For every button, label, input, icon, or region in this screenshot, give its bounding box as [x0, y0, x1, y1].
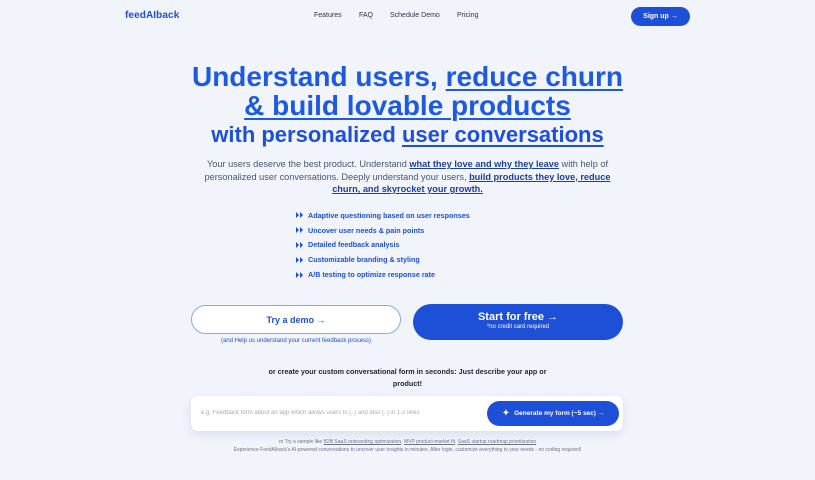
double-chevron-icon	[296, 241, 304, 249]
try-demo-button[interactable]: Try a demo →	[191, 305, 401, 334]
list-item: Uncover user needs & pain points	[296, 223, 470, 238]
sample-link-mvp-fit[interactable]: MVP product-market fit	[404, 439, 455, 445]
generate-form-label: Generate my form (~5 sec) →	[514, 410, 605, 417]
experience-note: Experience FeedAIback's AI-powered conve…	[233, 447, 582, 453]
demo-note: (and Help us understand your current fee…	[220, 338, 372, 344]
app-description-input[interactable]	[201, 406, 481, 420]
hero-description: Your users deserve the best product. Und…	[195, 158, 620, 196]
nav-link-features[interactable]: Features	[314, 12, 342, 19]
hero-title-link-reduce-churn[interactable]: reduce churn	[446, 61, 623, 92]
start-free-button[interactable]: Start for free → *no credit card require…	[413, 304, 623, 340]
sign-up-label: Sign up	[643, 13, 669, 20]
hero-title-line-1: Understand users, reduce churn	[0, 61, 815, 93]
feature-list: Adaptive questioning based on user respo…	[296, 208, 470, 282]
sample-links: or Try a sample like B2B SaaS onboarding…	[278, 439, 537, 445]
list-item: Detailed feedback analysis	[296, 238, 470, 253]
double-chevron-icon	[296, 226, 304, 234]
hero-subtitle-plain: with personalized	[211, 122, 402, 147]
nav-link-pricing[interactable]: Pricing	[457, 12, 478, 19]
sample-link-roadmap[interactable]: SaaS startup roadmap prioritization	[458, 439, 536, 445]
list-item: Customizable branding & styling	[296, 252, 470, 267]
nav-link-schedule-demo[interactable]: Schedule Demo	[390, 12, 440, 19]
double-chevron-icon	[296, 271, 304, 279]
start-free-label: Start for free →	[477, 311, 559, 323]
samples-prefix: or Try a sample like	[278, 439, 324, 445]
hero-title-plain: Understand users,	[191, 61, 446, 92]
double-chevron-icon	[296, 256, 304, 264]
desc-text-1: Your users deserve the best product. Und…	[206, 159, 410, 169]
sparkle-icon: ✦	[501, 407, 511, 419]
list-item: Adaptive questioning based on user respo…	[296, 208, 470, 223]
hero-title-line-2: & build lovable products	[0, 90, 815, 122]
hero-title-link-build-products[interactable]: & build lovable products	[244, 90, 571, 121]
hero-subtitle-link[interactable]: user conversations	[402, 122, 604, 147]
top-nav: feedAIback Features FAQ Schedule Demo Pr…	[0, 0, 815, 33]
desc-highlight-1: what they love and why they leave	[409, 159, 559, 169]
sample-link-b2b-onboarding[interactable]: B2B SaaS onboarding optimization	[324, 439, 402, 445]
brand-logo[interactable]: feedAIback	[125, 10, 179, 21]
double-chevron-icon	[296, 211, 304, 219]
list-item: A/B testing to optimize response rate	[296, 267, 470, 282]
generate-form-button[interactable]: ✦ Generate my form (~5 sec) →	[487, 401, 619, 426]
create-form-prompt: or create your custom conversational for…	[268, 367, 547, 388]
hero-subtitle: with personalized user conversations	[0, 121, 815, 149]
no-card-note: *no credit card required	[486, 324, 550, 330]
arrow-right-icon: →	[670, 13, 678, 20]
sign-up-button[interactable]: Sign up →	[631, 7, 690, 26]
nav-link-faq[interactable]: FAQ	[359, 12, 373, 19]
